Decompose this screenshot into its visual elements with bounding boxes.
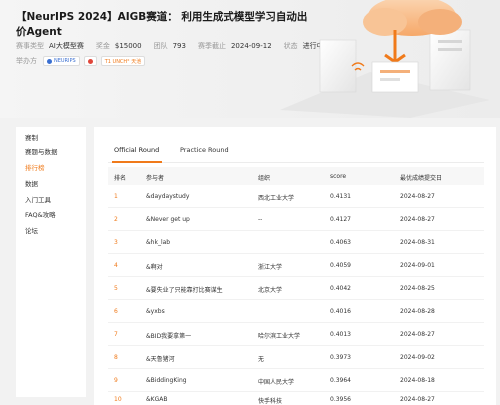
organization: 哈尔滨工业大学 bbox=[258, 333, 301, 340]
participant[interactable]: &hk_lab bbox=[146, 239, 170, 246]
score: 0.4059 bbox=[330, 262, 351, 269]
competition-header: 【NeurIPS 2024】AIGB赛道： 利用生成式模型学习自动出价Agent… bbox=[0, 0, 500, 118]
participant[interactable]: &yxbs bbox=[146, 308, 165, 315]
table-row[interactable]: 3 &hk_lab 0.4063 2024-08-31 bbox=[108, 231, 484, 254]
best-date: 2024-08-31 bbox=[400, 239, 435, 246]
organization: -- bbox=[258, 216, 263, 223]
score: 0.4127 bbox=[330, 216, 351, 223]
sponsors-label: 举办方 bbox=[16, 57, 37, 65]
table-row[interactable]: 10 &KGAB 快手科技 0.3956 2024-08-27 bbox=[108, 392, 484, 405]
participant[interactable]: &BiddingKing bbox=[146, 377, 187, 384]
organization: 北京大学 bbox=[258, 287, 283, 294]
best-date: 2024-08-18 bbox=[400, 377, 435, 384]
score: 0.4131 bbox=[330, 193, 351, 200]
meta-type-key: 赛事类型 bbox=[16, 42, 44, 50]
organization: 快手科技 bbox=[258, 398, 283, 405]
participant[interactable]: &BID我要拿第一 bbox=[146, 331, 191, 340]
sponsor-logo-neurips[interactable]: NEURIPS bbox=[43, 56, 80, 66]
neurips-logo-icon bbox=[47, 58, 52, 64]
best-date: 2024-09-02 bbox=[400, 354, 435, 361]
tab-official-round[interactable]: Official Round bbox=[114, 146, 159, 154]
round-tabs: Official Round Practice Round bbox=[108, 141, 484, 163]
table-row[interactable]: 5 &要失业了只能靠打比赛谋生 北京大学 0.4042 2024-08-25 bbox=[108, 277, 484, 300]
rank: 2 bbox=[114, 216, 118, 223]
tab-practice-round[interactable]: Practice Round bbox=[180, 146, 229, 154]
rank: 3 bbox=[114, 239, 118, 246]
sponsor-logo-shield[interactable] bbox=[83, 56, 97, 66]
best-date: 2024-08-27 bbox=[400, 193, 435, 200]
sidebar-item-starter-tools[interactable]: 入门工具 bbox=[25, 194, 51, 204]
best-date: 2024-08-27 bbox=[400, 396, 435, 403]
col-best-date[interactable]: 最优成绩提交日 bbox=[400, 173, 442, 182]
col-organization[interactable]: 组织 bbox=[258, 173, 270, 182]
table-row[interactable]: 6 &yxbs 0.4016 2024-08-28 bbox=[108, 300, 484, 323]
meta-teams-value: 793 bbox=[172, 42, 186, 50]
score: 0.4016 bbox=[330, 308, 351, 315]
participant[interactable]: &啊对 bbox=[146, 262, 163, 271]
rank: 4 bbox=[114, 262, 118, 269]
rank: 1 bbox=[114, 193, 118, 200]
participant[interactable]: &Never get up bbox=[146, 216, 190, 223]
score: 0.3973 bbox=[330, 354, 351, 361]
sponsor-logo-tianchi[interactable]: T1 UNCH° 天池 bbox=[100, 56, 146, 66]
sponsor-name: T1 UNCH° 天池 bbox=[104, 58, 142, 65]
rank: 6 bbox=[114, 308, 118, 315]
active-tab-indicator bbox=[112, 161, 162, 163]
leaderboard-panel: Official Round Practice Round 排名 参与者 组织 … bbox=[94, 127, 496, 405]
table-row[interactable]: 1 &daydaystudy 西北工业大学 0.4131 2024-08-27 bbox=[108, 185, 484, 208]
score: 0.3964 bbox=[330, 377, 351, 384]
sidebar-item-leaderboard[interactable]: 排行榜 bbox=[25, 162, 45, 172]
meta-teams-key: 团队 bbox=[153, 42, 168, 50]
table-row[interactable]: 4 &啊对 浙江大学 0.4059 2024-09-01 bbox=[108, 254, 484, 277]
score: 0.4063 bbox=[330, 239, 351, 246]
organization: 浙江大学 bbox=[258, 264, 283, 271]
participant[interactable]: &daydaystudy bbox=[146, 193, 189, 200]
participant[interactable]: &天鲁猪河 bbox=[146, 354, 175, 363]
table-row[interactable]: 9 &BiddingKing 中国人民大学 0.3964 2024-08-18 bbox=[108, 369, 484, 392]
table-row[interactable]: 7 &BID我要拿第一 哈尔滨工业大学 0.4013 2024-08-27 bbox=[108, 323, 484, 346]
meta-prize-key: 奖金 bbox=[95, 42, 110, 50]
sidebar-item-problem-data[interactable]: 赛题与数据 bbox=[25, 146, 58, 156]
best-date: 2024-09-01 bbox=[400, 262, 435, 269]
best-date: 2024-08-28 bbox=[400, 308, 435, 315]
meta-deadline-key: 赛季截止 bbox=[197, 42, 226, 50]
header-cloud-illustration bbox=[280, 0, 490, 118]
score: 0.4042 bbox=[330, 285, 351, 292]
rank: 10 bbox=[114, 396, 122, 403]
rank: 7 bbox=[114, 331, 118, 338]
sidebar-item-rules[interactable]: 赛制 bbox=[25, 132, 38, 142]
meta-type-value: AI大模型赛 bbox=[49, 42, 84, 50]
best-date: 2024-08-27 bbox=[400, 216, 435, 223]
best-date: 2024-08-27 bbox=[400, 331, 435, 338]
participant[interactable]: &要失业了只能靠打比赛谋生 bbox=[146, 285, 223, 294]
sponsor-name: NEURIPS bbox=[54, 58, 76, 64]
sidebar-item-data[interactable]: 数据 bbox=[25, 178, 38, 188]
best-date: 2024-08-25 bbox=[400, 285, 435, 292]
sidebar-item-faq[interactable]: FAQ&攻略 bbox=[25, 209, 56, 219]
organization: 西北工业大学 bbox=[258, 195, 295, 202]
score: 0.4013 bbox=[330, 331, 351, 338]
col-rank[interactable]: 排名 bbox=[114, 173, 126, 182]
rank: 8 bbox=[114, 354, 118, 361]
rank: 5 bbox=[114, 285, 118, 292]
col-score[interactable]: score bbox=[330, 173, 346, 180]
shield-logo-icon bbox=[87, 58, 93, 64]
score: 0.3956 bbox=[330, 396, 351, 403]
col-participant[interactable]: 参与者 bbox=[146, 173, 164, 182]
sponsors: 举办方 NEURIPS T1 UNCH° 天池 bbox=[16, 56, 149, 66]
meta-prize-value: $15000 bbox=[114, 42, 142, 50]
organization: 中国人民大学 bbox=[258, 379, 295, 386]
participant[interactable]: &KGAB bbox=[146, 396, 167, 403]
organization: 无 bbox=[258, 356, 265, 363]
rank: 9 bbox=[114, 377, 118, 384]
table-row[interactable]: 2 &Never get up -- 0.4127 2024-08-27 bbox=[108, 208, 484, 231]
sidebar-item-forum[interactable]: 论坛 bbox=[25, 225, 38, 235]
table-row[interactable]: 8 &天鲁猪河 无 0.3973 2024-09-02 bbox=[108, 346, 484, 369]
table-header: 排名 参与者 组织 score 最优成绩提交日 bbox=[108, 167, 484, 185]
sidebar: 赛制 赛题与数据 排行榜 数据 入门工具 FAQ&攻略 论坛 bbox=[16, 127, 86, 397]
